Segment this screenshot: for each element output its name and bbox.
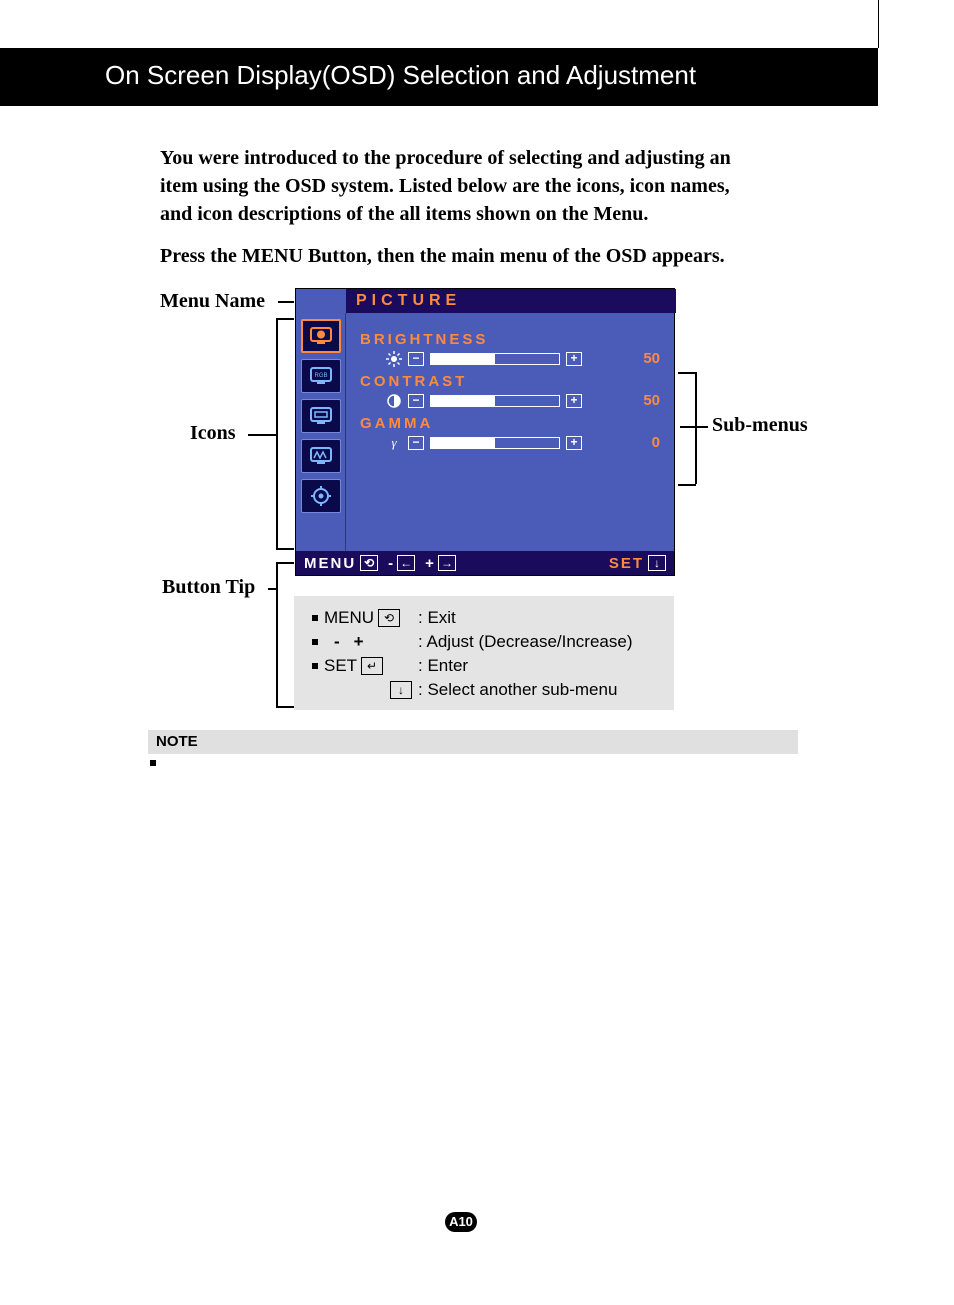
tip-desc: : Adjust (Decrease/Increase) [418, 632, 632, 652]
bullet-icon [312, 639, 318, 645]
plus-button[interactable]: + [566, 352, 582, 366]
osd-row-label: BRIGHTNESS [360, 331, 660, 348]
callout-line [678, 372, 696, 374]
bullet-icon [312, 615, 318, 621]
footer-plus: + [425, 555, 434, 572]
tip-row: SET ↵ : Enter [312, 656, 662, 676]
osd-value: 50 [630, 350, 660, 367]
footer-minus: - [388, 555, 393, 572]
gamma-icon: γ [386, 435, 402, 451]
intro-paragraph-1: You were introduced to the procedure of … [160, 144, 760, 228]
callout-line [680, 426, 708, 428]
callout-icons: Icons [190, 422, 236, 445]
minus-button[interactable]: − [408, 352, 424, 366]
osd-sidebar: RGB [296, 313, 346, 553]
osd-value: 0 [630, 434, 660, 451]
osd-row-label: GAMMA [360, 415, 660, 432]
down-arrow-icon[interactable]: ↓ [648, 555, 666, 571]
callout-line [268, 588, 276, 590]
note-bullet-icon [150, 760, 156, 766]
right-arrow-icon[interactable]: → [438, 555, 456, 571]
osd-row-gamma: GAMMA γ − + 0 [360, 415, 660, 451]
tip-key: MENU [324, 608, 374, 628]
left-arrow-icon[interactable]: ← [397, 555, 415, 571]
osd-value: 50 [630, 392, 660, 409]
callout-line [276, 318, 294, 320]
tip-key: SET [324, 656, 357, 676]
callout-sub-menus: Sub-menus [712, 414, 808, 437]
tip-row: -+ : Adjust (Decrease/Increase) [312, 632, 662, 652]
osd-row-brightness: BRIGHTNESS − + 50 [360, 331, 660, 367]
svg-text:RGB: RGB [314, 373, 327, 379]
minus-button[interactable]: − [408, 394, 424, 408]
callout-line [276, 706, 294, 708]
brightness-icon [386, 351, 402, 367]
enter-key-icon: ↵ [361, 657, 383, 675]
callout-line [276, 562, 278, 708]
plus-button[interactable]: + [566, 436, 582, 450]
tip-row: MENU ⟲ : Exit [312, 608, 662, 628]
exit-key-icon: ⟲ [378, 609, 400, 627]
page-number: A10 [445, 1212, 477, 1232]
tip-desc: : Enter [418, 656, 468, 676]
down-key-icon: ↓ [390, 681, 412, 699]
osd-body: BRIGHTNESS − + 50 CONTRAST − + 50 [346, 313, 674, 551]
callout-line [248, 434, 276, 436]
callout-line [276, 562, 294, 564]
tip-desc: : Select another sub-menu [418, 680, 617, 700]
footer-menu-label: MENU [304, 555, 356, 572]
button-tip-box: MENU ⟲ : Exit -+ : Adjust (Decrease/Incr… [294, 596, 674, 710]
footer-set-label: SET [609, 555, 644, 572]
tip-row: ↓ : Select another sub-menu [312, 680, 662, 700]
osd-row-label: CONTRAST [360, 373, 660, 390]
callout-line [278, 301, 294, 303]
exit-icon[interactable]: ⟲ [360, 555, 378, 571]
callout-line [678, 484, 696, 486]
slider-track[interactable] [430, 395, 560, 407]
note-heading: NOTE [148, 730, 798, 754]
osd-tab-color-icon[interactable]: RGB [301, 359, 341, 393]
callout-line [276, 548, 294, 550]
tip-desc: : Exit [418, 608, 456, 628]
callout-menu-name: Menu Name [160, 290, 265, 313]
slider-track[interactable] [430, 353, 560, 365]
page-divider-vertical [878, 0, 879, 48]
osd-footer: MENU⟲ -← +→ SET↓ [296, 551, 674, 575]
osd-tab-picture-icon[interactable] [301, 319, 341, 353]
minus-label: - [334, 632, 340, 652]
intro-paragraph-2: Press the MENU Button, then the main men… [160, 242, 760, 270]
page-title: On Screen Display(OSD) Selection and Adj… [105, 60, 696, 91]
callout-line [276, 318, 278, 548]
osd-menu-name: PICTURE [346, 289, 676, 313]
callout-line [695, 372, 697, 484]
osd-tab-position-icon[interactable] [301, 399, 341, 433]
minus-button[interactable]: − [408, 436, 424, 450]
contrast-icon [386, 393, 402, 409]
osd-tab-tracking-icon[interactable] [301, 439, 341, 473]
slider-track[interactable] [430, 437, 560, 449]
callout-button-tip: Button Tip [162, 576, 255, 599]
osd-row-contrast: CONTRAST − + 50 [360, 373, 660, 409]
plus-label: + [354, 632, 364, 652]
bullet-icon [312, 663, 318, 669]
plus-button[interactable]: + [566, 394, 582, 408]
osd-tab-setup-icon[interactable] [301, 479, 341, 513]
osd-panel: PICTURE RGB BRIGHTNESS − + [295, 288, 675, 576]
